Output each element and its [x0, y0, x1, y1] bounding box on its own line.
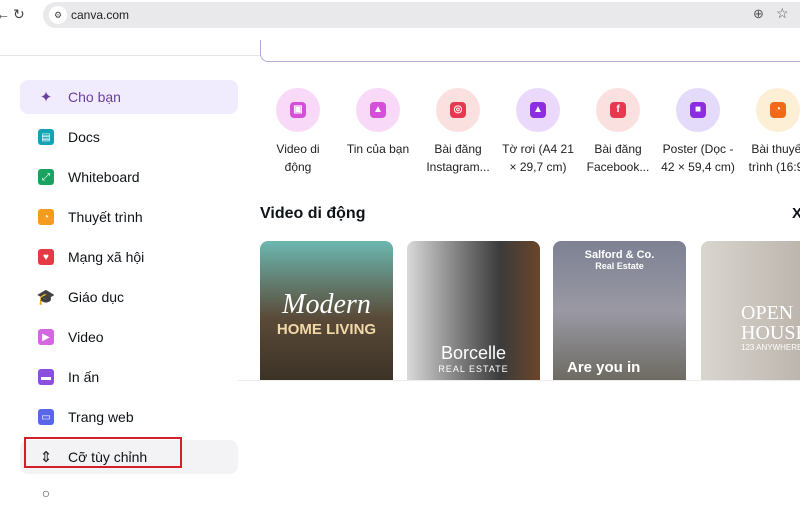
design-type-glyph-icon: ▣: [290, 102, 306, 118]
website-icon: ▭: [38, 409, 54, 425]
label-line: Instagram...: [426, 160, 490, 174]
label-line: động: [284, 160, 312, 174]
design-type-glyph-icon: ◔: [770, 102, 786, 118]
label-line: Facebook...: [586, 160, 650, 174]
design-type-icon: ▣: [276, 88, 320, 132]
design-type-icon: ▲: [356, 88, 400, 132]
print-icon: ▬: [38, 369, 54, 385]
design-type-tile[interactable]: ▣ Video di động: [258, 88, 338, 176]
label-line: Poster (Dọc -: [662, 142, 734, 156]
reload-icon[interactable]: ↻: [13, 6, 25, 23]
template-card[interactable]: Borcelle REAL ESTATE: [407, 241, 540, 381]
design-type-label: Bài đăng Instagram...: [418, 140, 498, 176]
label-line: × 29,7 cm): [509, 160, 567, 174]
sidebar-item-label: Thuyết trình: [68, 209, 143, 225]
design-type-icon: ◔: [756, 88, 800, 132]
design-type-glyph-icon: ▲: [530, 102, 546, 118]
sidebar-item-label: Cho bạn: [68, 89, 121, 105]
card-caption: Are you in: [567, 359, 641, 376]
design-type-icon: ■: [676, 88, 720, 132]
presentation-icon: ◔: [38, 209, 54, 225]
sidebar-item-label: Mạng xã hội: [68, 249, 145, 265]
sidebar-item-label: Video: [68, 329, 104, 345]
label-line: Bài thuyết: [751, 142, 800, 156]
sidebar-item-label: Docs: [68, 129, 100, 145]
label-line: Tin của bạn: [346, 142, 410, 156]
zoom-icon[interactable]: ⊕: [753, 6, 764, 22]
sidebar-item-label: Trang web: [68, 409, 134, 425]
sparkle-icon: ✦: [39, 89, 53, 106]
design-type-glyph-icon: f: [610, 102, 626, 118]
title-line: OPEN: [741, 302, 794, 324]
card-title: Borcelle: [440, 343, 507, 363]
section-title: Video di động: [260, 205, 366, 222]
label-line: Video di: [276, 142, 320, 156]
design-type-tile[interactable]: ◎ Bài đăng Instagram...: [418, 88, 498, 176]
design-type-label: Tờ rơi (A4 21 × 29,7 cm): [498, 140, 578, 176]
sidebar-item[interactable]: ▭ Trang web: [20, 400, 238, 434]
label-line: Bài đăng: [594, 142, 642, 156]
whiteboard-icon: ⤢: [38, 169, 54, 185]
card-subtitle: HOME LIVING: [276, 321, 377, 338]
template-card[interactable]: Modern HOME LIVING: [260, 241, 393, 381]
design-type-glyph-icon: ◎: [450, 102, 466, 118]
design-type-label: Tin của bạn: [338, 140, 418, 158]
sidebar-item[interactable]: ▶ Video: [20, 320, 238, 354]
social-heart-icon: ♥: [38, 249, 54, 265]
sidebar-item-label: Whiteboard: [68, 169, 140, 185]
search-box[interactable]: [260, 40, 800, 62]
sidebar-item-label: In ấn: [68, 369, 100, 385]
sidebar-item[interactable]: ▬ In ấn: [20, 360, 238, 394]
design-type-icon: ◎: [436, 88, 480, 132]
design-type-label: Poster (Dọc - 42 × 59,4 cm): [658, 140, 738, 176]
panel-overlay: [238, 380, 800, 491]
template-card[interactable]: OPENHOUSE123 ANYWHERE ST.: [701, 241, 800, 381]
bookmark-star-icon[interactable]: ☆: [776, 5, 789, 22]
template-card[interactable]: Salford & Co. Real Estate Are you in: [553, 241, 686, 381]
label-line: 42 × 59,4 cm): [661, 160, 735, 174]
card-title: OPENHOUSE: [701, 303, 800, 343]
sidebar-item[interactable]: ⤢ Whiteboard: [20, 160, 238, 194]
graduation-cap-icon: 🎓: [36, 289, 56, 306]
sidebar-item[interactable]: 🎓 Giáo dục: [20, 280, 238, 314]
design-type-tile[interactable]: f Bài đăng Facebook...: [578, 88, 658, 176]
sidebar-item-label: Giáo dục: [68, 289, 125, 305]
card-title: Salford & Co.: [584, 249, 655, 261]
sidebar-item-partial[interactable]: ○: [20, 476, 238, 510]
card-title: Modern: [282, 289, 371, 320]
video-icon: ▶: [38, 329, 54, 345]
docs-icon: ▤: [38, 129, 54, 145]
url-text: canva.com: [71, 8, 130, 22]
site-settings-icon[interactable]: ⚙: [49, 6, 67, 24]
design-type-label: Bài đăng Facebook...: [578, 140, 658, 176]
label-line: Tờ rơi (A4 21: [502, 142, 574, 156]
design-type-icon: f: [596, 88, 640, 132]
address-bar[interactable]: ⚙ canva.com ⊕ ☆: [43, 2, 800, 28]
more-icon: ○: [41, 485, 51, 501]
sidebar-item[interactable]: ✦ Cho bạn: [20, 80, 238, 114]
design-type-glyph-icon: ■: [690, 102, 706, 118]
sidebar-item[interactable]: ♥ Mạng xã hội: [20, 240, 238, 274]
design-type-tile[interactable]: ■ Poster (Dọc - 42 × 59,4 cm): [658, 88, 738, 176]
design-type-label: Video di động: [258, 140, 338, 176]
back-icon[interactable]: ←: [0, 6, 10, 22]
highlight-annotation: [24, 437, 182, 468]
sidebar-item[interactable]: ▤ Docs: [20, 120, 238, 154]
title-line: HOUSE: [741, 322, 800, 344]
design-type-icon: ▲: [516, 88, 560, 132]
design-type-tile[interactable]: ▲ Tờ rơi (A4 21 × 29,7 cm): [498, 88, 578, 176]
sidebar-item[interactable]: ◔ Thuyết trình: [20, 200, 238, 234]
design-type-glyph-icon: ▲: [370, 102, 386, 118]
design-type-tile[interactable]: ◔ Bài thuyết trình (16:9): [738, 88, 800, 176]
label-line: Bài đăng: [434, 142, 482, 156]
browser-toolbar: ← ↻ ⚙ canva.com ⊕ ☆: [0, 0, 800, 32]
see-all-link[interactable]: X: [792, 205, 800, 222]
card-subtitle: Real Estate: [595, 261, 644, 271]
label-line: trình (16:9): [748, 160, 800, 174]
design-type-tile[interactable]: ▲ Tin của bạn: [338, 88, 418, 158]
card-subtitle: REAL ESTATE: [438, 364, 509, 374]
design-type-label: Bài thuyết trình (16:9): [738, 140, 800, 176]
card-caption: 123 ANYWHERE ST.: [741, 343, 800, 352]
